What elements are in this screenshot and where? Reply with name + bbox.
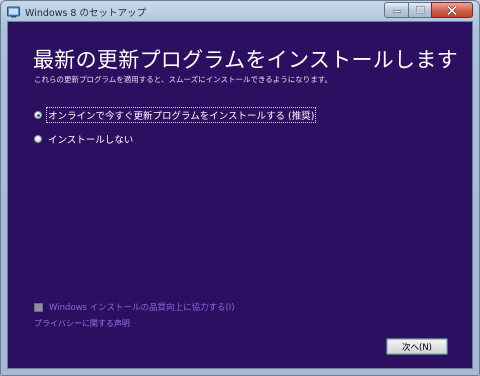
option-do-not-install[interactable]: インストールしない (34, 132, 134, 146)
quality-improvement-label[interactable]: Windows インストールの品質向上に協力する(I) (49, 301, 235, 313)
quality-improvement-checkbox[interactable] (34, 302, 43, 312)
option-install-now-label[interactable]: オンラインで今すぐ更新プログラムをインストールする (推奨) (45, 107, 317, 123)
option-do-not-install-label[interactable]: インストールしない (47, 132, 134, 146)
quality-improvement-option[interactable]: Windows インストールの品質向上に協力する(I) (34, 301, 235, 313)
maximize-button[interactable] (408, 2, 431, 18)
window-controls (384, 2, 473, 18)
minimize-icon (392, 10, 401, 13)
setup-content-panel: 最新の更新プログラムをインストールします これらの更新プログラムを適用すると、ス… (7, 21, 473, 369)
next-button[interactable]: 次へ(N) (386, 338, 448, 355)
window-title: Windows 8 のセットアップ (25, 8, 146, 19)
title-bar[interactable]: Windows 8 のセットアップ (1, 1, 479, 21)
setup-app-icon (7, 6, 20, 18)
radio-button-selected[interactable] (34, 111, 42, 119)
page-subtitle: これらの更新プログラムを適用すると、スムーズにインストールできるようになります。 (34, 75, 333, 84)
minimize-button[interactable] (384, 2, 408, 18)
page-title: 最新の更新プログラムをインストールします (33, 48, 458, 72)
close-icon (447, 5, 457, 15)
close-button[interactable] (431, 2, 473, 18)
option-install-now[interactable]: オンラインで今すぐ更新プログラムをインストールする (推奨) (34, 107, 317, 123)
privacy-statement-link[interactable]: プライバシーに関する声明 (34, 318, 130, 329)
setup-window: Windows 8 のセットアップ 最新の更新プログラムをインストールします こ… (0, 0, 480, 376)
maximize-icon (415, 6, 425, 14)
radio-button[interactable] (34, 135, 42, 143)
